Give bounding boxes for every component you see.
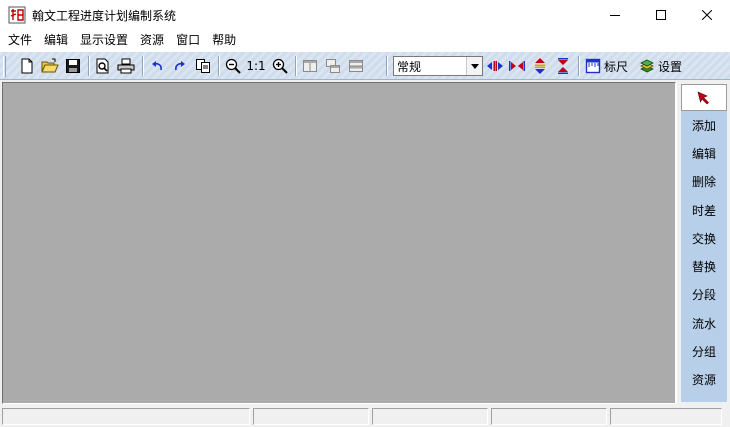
tool-group[interactable]: 分组 bbox=[681, 337, 727, 365]
open-file-button[interactable] bbox=[40, 56, 60, 76]
tool-replace[interactable]: 替换 bbox=[681, 252, 727, 280]
status-pane bbox=[491, 408, 607, 425]
toolbar-gripper[interactable] bbox=[3, 56, 6, 77]
toolbar-separator bbox=[218, 56, 220, 76]
copy-icon bbox=[196, 59, 210, 73]
status-pane bbox=[372, 408, 488, 425]
expand-horizontal-button[interactable] bbox=[486, 56, 504, 76]
title-bar: 翰文工程进度计划编制系统 bbox=[0, 0, 730, 30]
arrow-pointer-icon bbox=[697, 90, 709, 104]
print-preview-button[interactable] bbox=[93, 56, 113, 76]
redo-icon bbox=[175, 61, 185, 71]
menu-display-settings[interactable]: 显示设置 bbox=[74, 30, 134, 51]
ruler-label: 标尺 bbox=[604, 59, 629, 74]
shrink-horizontal-icon bbox=[509, 61, 525, 71]
copy-button[interactable] bbox=[193, 56, 213, 76]
toolbar-separator bbox=[386, 56, 388, 76]
status-pane bbox=[253, 408, 369, 425]
toolbar-separator bbox=[578, 56, 580, 76]
menu-resources[interactable]: 资源 bbox=[134, 30, 170, 51]
tile-horizontal-button[interactable] bbox=[346, 56, 366, 76]
toolbar-separator bbox=[295, 56, 297, 76]
tile-vertical-icon bbox=[303, 60, 317, 72]
menu-bar: 文件 编辑 显示设置 资源 窗口 帮助 bbox=[0, 30, 730, 51]
redo-button[interactable] bbox=[170, 56, 190, 76]
menu-window[interactable]: 窗口 bbox=[170, 30, 206, 51]
status-pane bbox=[2, 408, 250, 425]
zoom-in-button[interactable] bbox=[270, 56, 290, 76]
tool-delete[interactable]: 删除 bbox=[681, 168, 727, 196]
view-mode-select[interactable]: 常规 bbox=[393, 56, 483, 76]
tool-edit[interactable]: 编辑 bbox=[681, 139, 727, 167]
zoom-out-icon bbox=[225, 58, 241, 74]
print-button[interactable] bbox=[116, 56, 136, 76]
shrink-horizontal-button[interactable] bbox=[508, 56, 526, 76]
zoom-out-button[interactable] bbox=[223, 56, 243, 76]
status-pane bbox=[610, 408, 722, 425]
ruler-icon bbox=[585, 58, 601, 74]
tool-panel-list: 添加 编辑 删除 时差 交换 替换 分段 流水 分组 资源 实行 bbox=[681, 84, 727, 402]
maximize-icon bbox=[656, 10, 666, 20]
app-logo-icon bbox=[8, 6, 26, 24]
undo-icon bbox=[152, 61, 162, 71]
folder-open-icon bbox=[41, 58, 59, 73]
window-title: 翰文工程进度计划编制系统 bbox=[32, 8, 177, 23]
tool-resources[interactable]: 资源 bbox=[681, 366, 727, 394]
tool-panel: 添加 编辑 删除 时差 交换 替换 分段 流水 分组 资源 实行 bbox=[676, 82, 730, 404]
pointer-tool-button[interactable] bbox=[681, 84, 727, 111]
printer-icon bbox=[117, 58, 135, 74]
toolbar-separator bbox=[142, 56, 144, 76]
shrink-vertical-icon bbox=[558, 58, 568, 74]
expand-vertical-icon bbox=[535, 58, 545, 74]
close-icon bbox=[702, 10, 712, 20]
tile-horizontal-icon bbox=[349, 60, 363, 72]
tool-segment[interactable]: 分段 bbox=[681, 281, 727, 309]
tool-float-time[interactable]: 时差 bbox=[681, 196, 727, 224]
new-file-icon bbox=[21, 58, 33, 74]
tool-flow[interactable]: 流水 bbox=[681, 309, 727, 337]
toolbar-separator bbox=[88, 56, 90, 76]
save-button[interactable] bbox=[63, 56, 83, 76]
menu-edit[interactable]: 编辑 bbox=[38, 30, 74, 51]
tool-swap[interactable]: 交换 bbox=[681, 224, 727, 252]
tool-add[interactable]: 添加 bbox=[681, 111, 727, 139]
toolbar: 1:1 常规 标尺 设置 bbox=[0, 51, 730, 80]
view-mode-value: 常规 bbox=[397, 59, 422, 74]
save-disk-icon bbox=[66, 59, 80, 73]
cascade-windows-icon bbox=[326, 59, 340, 73]
ruler-button[interactable]: 标尺 bbox=[585, 56, 635, 76]
settings-button[interactable]: 设置 bbox=[639, 56, 689, 76]
print-preview-icon bbox=[96, 58, 109, 74]
new-file-button[interactable] bbox=[17, 56, 37, 76]
undo-button[interactable] bbox=[147, 56, 167, 76]
shrink-vertical-button[interactable] bbox=[554, 56, 572, 76]
menu-help[interactable]: 帮助 bbox=[206, 30, 242, 51]
cascade-button[interactable] bbox=[323, 56, 343, 76]
expand-horizontal-icon bbox=[487, 61, 503, 71]
maximize-button[interactable] bbox=[638, 0, 684, 30]
zoom-in-icon bbox=[272, 58, 288, 74]
minimize-button[interactable] bbox=[592, 0, 638, 30]
settings-label: 设置 bbox=[658, 59, 683, 74]
status-bar bbox=[0, 405, 730, 427]
tool-execute[interactable]: 实行 bbox=[681, 394, 727, 403]
main-workspace[interactable] bbox=[2, 82, 676, 404]
menu-file[interactable]: 文件 bbox=[2, 30, 38, 51]
dropdown-arrow-icon[interactable] bbox=[466, 57, 482, 75]
close-button[interactable] bbox=[684, 0, 730, 30]
expand-vertical-button[interactable] bbox=[531, 56, 549, 76]
zoom-reset-button[interactable]: 1:1 bbox=[245, 56, 267, 76]
minimize-icon bbox=[610, 15, 620, 16]
tile-vertical-button[interactable] bbox=[300, 56, 320, 76]
settings-stack-icon bbox=[640, 59, 654, 73]
